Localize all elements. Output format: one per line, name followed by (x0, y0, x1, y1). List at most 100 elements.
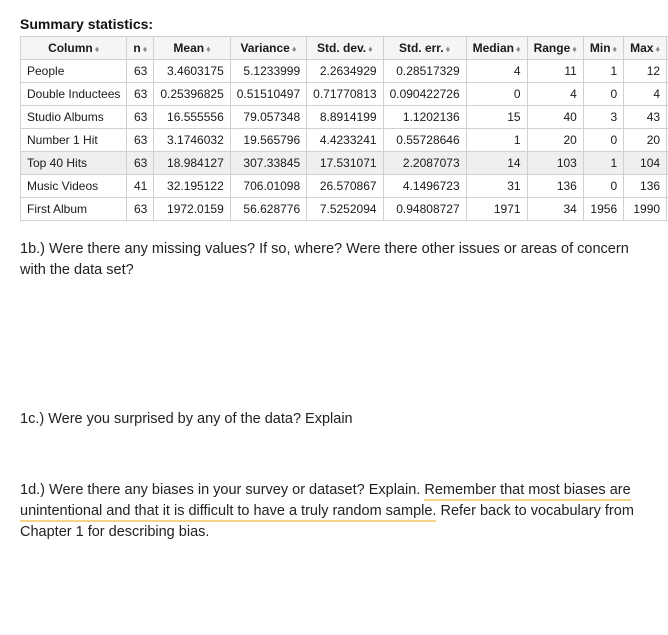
column-label: Min (590, 41, 611, 55)
cell-se: 0.090422726 (383, 83, 466, 106)
question-1d-prefix: 1d.) Were there any biases in your surve… (20, 482, 424, 498)
cell-mean: 0.25396825 (154, 83, 230, 106)
cell-mean: 18.984127 (154, 152, 230, 175)
column-label: Column (48, 41, 93, 55)
table-row: First Album631972.015956.6287767.5252094… (21, 198, 668, 221)
cell-n: 63 (127, 198, 154, 221)
cell-var: 79.057348 (230, 106, 306, 129)
column-header[interactable]: Range♦ (527, 37, 583, 60)
question-1b: 1b.) Were there any missing values? If s… (20, 239, 648, 281)
column-header[interactable]: Column♦ (21, 37, 127, 60)
column-label: Std. dev. (317, 41, 366, 55)
cell-median: 1 (466, 129, 527, 152)
column-label: Median (473, 41, 514, 55)
cell-n: 63 (127, 129, 154, 152)
sort-icon[interactable]: ♦ (655, 45, 660, 54)
cell-sd: 0.71770813 (307, 83, 383, 106)
cell-range: 20 (527, 129, 583, 152)
sort-icon[interactable]: ♦ (292, 45, 297, 54)
row-label: First Album (21, 198, 127, 221)
column-label: Range (534, 41, 571, 55)
cell-min: 1 (583, 152, 623, 175)
sort-icon[interactable]: ♦ (613, 45, 618, 54)
column-header[interactable]: Variance♦ (230, 37, 306, 60)
summary-heading: Summary statistics: (20, 16, 648, 32)
cell-mean: 3.1746032 (154, 129, 230, 152)
cell-mean: 32.195122 (154, 175, 230, 198)
column-header[interactable]: Median♦ (466, 37, 527, 60)
cell-n: 41 (127, 175, 154, 198)
table-header-row: Column♦n♦Mean♦Variance♦Std. dev.♦Std. er… (21, 37, 668, 60)
cell-median: 4 (466, 60, 527, 83)
cell-se: 4.1496723 (383, 175, 466, 198)
cell-mean: 1972.0159 (154, 198, 230, 221)
cell-min: 0 (583, 83, 623, 106)
sort-icon[interactable]: ♦ (516, 45, 521, 54)
table-row: Music Videos4132.195122706.0109826.57086… (21, 175, 668, 198)
row-label: Studio Albums (21, 106, 127, 129)
column-header[interactable]: Mean♦ (154, 37, 230, 60)
sort-icon[interactable]: ♦ (446, 45, 451, 54)
cell-range: 103 (527, 152, 583, 175)
column-label: Variance (240, 41, 289, 55)
column-label: Max (630, 41, 653, 55)
cell-range: 4 (527, 83, 583, 106)
column-header[interactable]: Min♦ (583, 37, 623, 60)
cell-se: 2.2087073 (383, 152, 466, 175)
sort-icon[interactable]: ♦ (206, 45, 211, 54)
column-header[interactable]: n♦ (127, 37, 154, 60)
question-1d: 1d.) Were there any biases in your surve… (20, 480, 648, 543)
cell-sd: 26.570867 (307, 175, 383, 198)
row-label: Music Videos (21, 175, 127, 198)
sort-icon[interactable]: ♦ (95, 45, 100, 54)
column-label: Std. err. (399, 41, 444, 55)
cell-median: 1971 (466, 198, 527, 221)
cell-sd: 17.531071 (307, 152, 383, 175)
cell-mean: 16.555556 (154, 106, 230, 129)
cell-range: 34 (527, 198, 583, 221)
table-row: Top 40 Hits6318.984127307.3384517.531071… (21, 152, 668, 175)
question-1c: 1c.) Were you surprised by any of the da… (20, 409, 648, 430)
table-row: Double Inductees630.253968250.515104970.… (21, 83, 668, 106)
cell-min: 0 (583, 175, 623, 198)
cell-se: 1.1202136 (383, 106, 466, 129)
cell-median: 14 (466, 152, 527, 175)
cell-var: 307.33845 (230, 152, 306, 175)
column-label: Mean (173, 41, 204, 55)
cell-max: 20 (624, 129, 667, 152)
cell-min: 1956 (583, 198, 623, 221)
table-row: Studio Albums6316.55555679.0573488.89141… (21, 106, 668, 129)
cell-sd: 8.8914199 (307, 106, 383, 129)
sort-icon[interactable]: ♦ (572, 45, 577, 54)
sort-icon[interactable]: ♦ (143, 45, 148, 54)
row-label: Number 1 Hit (21, 129, 127, 152)
cell-mean: 3.4603175 (154, 60, 230, 83)
cell-var: 5.1233999 (230, 60, 306, 83)
cell-median: 0 (466, 83, 527, 106)
cell-var: 19.565796 (230, 129, 306, 152)
cell-max: 136 (624, 175, 667, 198)
cell-sd: 4.4233241 (307, 129, 383, 152)
column-header[interactable]: Max♦ (624, 37, 667, 60)
column-header[interactable]: Std. dev.♦ (307, 37, 383, 60)
cell-n: 63 (127, 106, 154, 129)
cell-var: 706.01098 (230, 175, 306, 198)
row-label: Double Inductees (21, 83, 127, 106)
cell-var: 56.628776 (230, 198, 306, 221)
cell-min: 3 (583, 106, 623, 129)
sort-icon[interactable]: ♦ (368, 45, 373, 54)
cell-range: 136 (527, 175, 583, 198)
table-row: People633.46031755.12339992.26349290.285… (21, 60, 668, 83)
cell-n: 63 (127, 152, 154, 175)
column-label: n (133, 41, 140, 55)
cell-range: 40 (527, 106, 583, 129)
cell-max: 4 (624, 83, 667, 106)
cell-sd: 7.5252094 (307, 198, 383, 221)
table-row: Number 1 Hit633.174603219.5657964.423324… (21, 129, 668, 152)
cell-n: 63 (127, 83, 154, 106)
cell-max: 43 (624, 106, 667, 129)
column-header[interactable]: Std. err.♦ (383, 37, 466, 60)
cell-median: 31 (466, 175, 527, 198)
cell-min: 0 (583, 129, 623, 152)
summary-table: Column♦n♦Mean♦Variance♦Std. dev.♦Std. er… (20, 36, 668, 221)
